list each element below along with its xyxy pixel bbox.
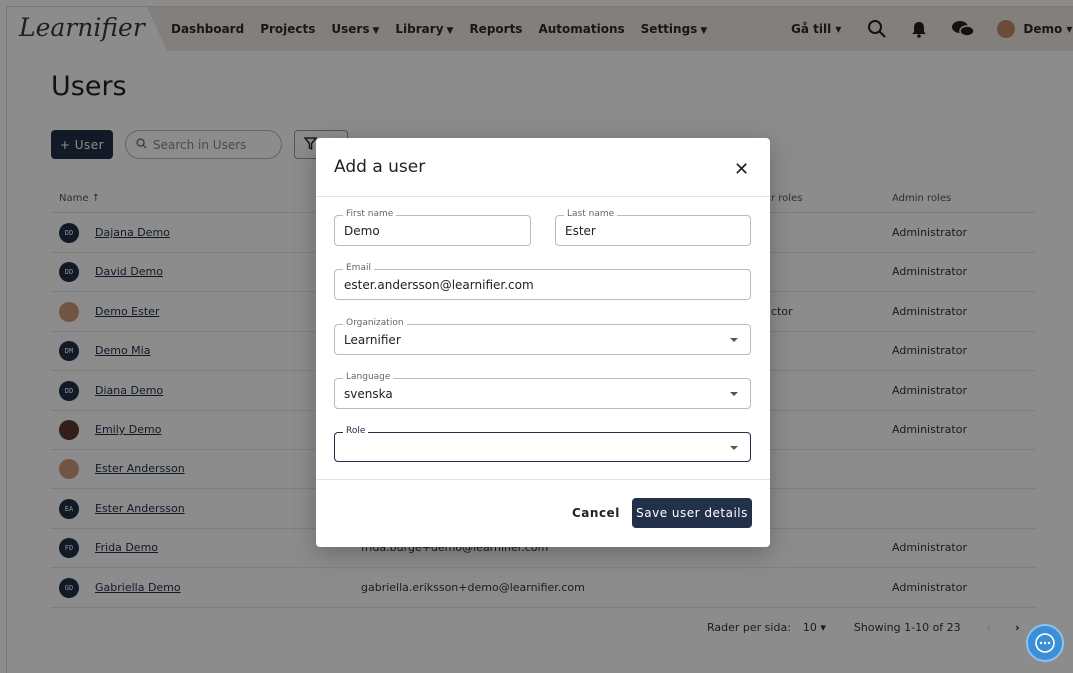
add-user-dialog: Add a user ✕ First name Demo Last name E…	[316, 138, 770, 547]
save-user-button[interactable]: Save user details	[632, 498, 752, 528]
organization-select[interactable]: Organization Learnifier	[334, 318, 751, 355]
language-label: Language	[343, 372, 394, 382]
chat-icon	[1035, 633, 1055, 653]
divider	[316, 196, 770, 197]
email-value: ester.andersson@learnifier.com	[344, 278, 534, 292]
caret-down-icon	[730, 392, 738, 396]
language-value: svenska	[344, 387, 393, 401]
caret-down-icon	[730, 338, 738, 342]
cancel-button[interactable]: Cancel	[572, 506, 620, 520]
email-field[interactable]: Email ester.andersson@learnifier.com	[334, 263, 751, 300]
role-select[interactable]: Role	[334, 426, 751, 462]
organization-value: Learnifier	[344, 333, 401, 347]
language-select[interactable]: Language svenska	[334, 372, 751, 409]
dialog-title: Add a user	[334, 157, 426, 177]
last-name-label: Last name	[564, 209, 618, 219]
divider	[316, 479, 770, 480]
role-label: Role	[343, 426, 369, 436]
first-name-value: Demo	[344, 224, 380, 238]
first-name-label: First name	[343, 209, 397, 219]
last-name-field[interactable]: Last name Ester	[555, 209, 751, 246]
chat-widget-button[interactable]	[1026, 624, 1064, 662]
last-name-value: Ester	[565, 224, 596, 238]
email-label: Email	[343, 263, 374, 273]
close-icon[interactable]: ✕	[734, 161, 749, 179]
organization-label: Organization	[343, 318, 407, 328]
first-name-field[interactable]: First name Demo	[334, 209, 531, 246]
caret-down-icon	[730, 446, 738, 450]
